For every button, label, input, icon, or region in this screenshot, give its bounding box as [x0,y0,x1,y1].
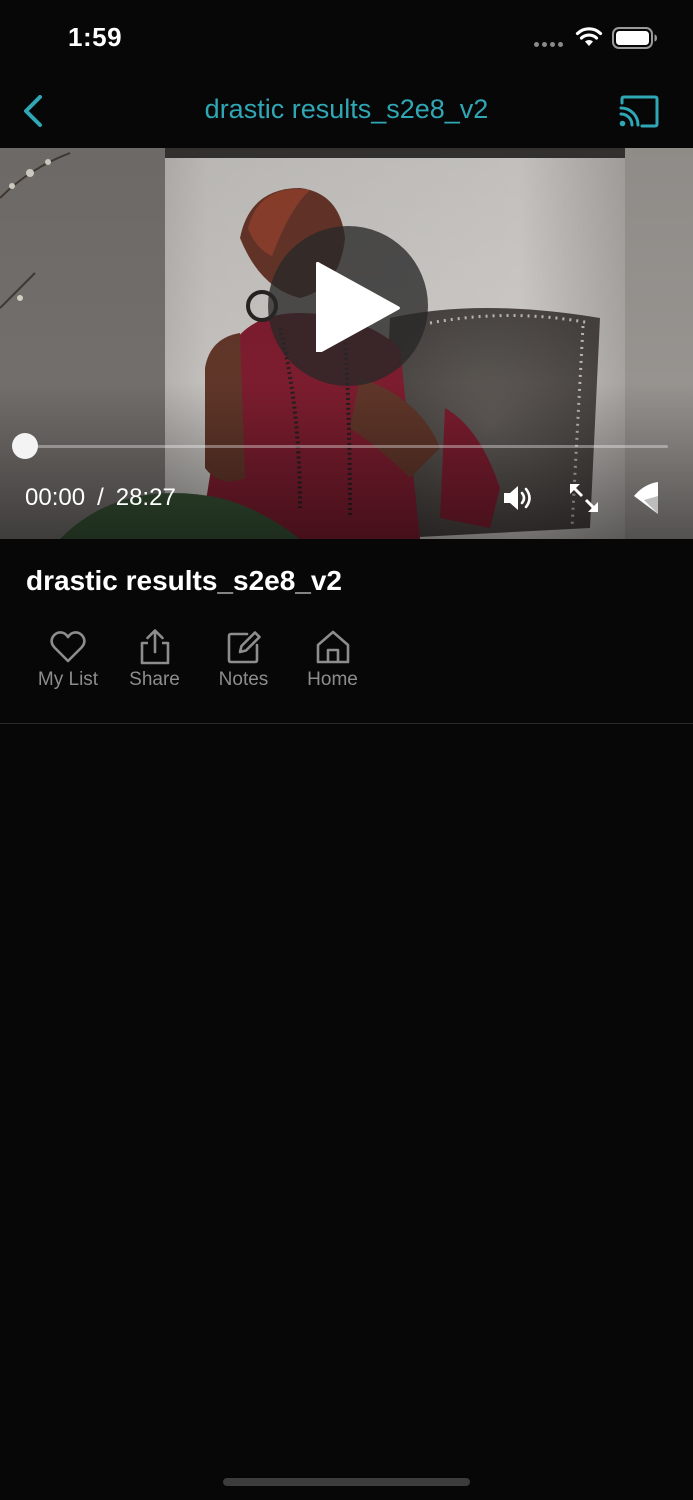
wifi-icon [575,27,603,46]
time-display: 00:00 / 28:27 [25,484,176,512]
battery-icon [612,27,657,49]
progress-knob[interactable] [12,433,38,459]
cast-icon [619,95,659,128]
divider [0,723,693,724]
status-time: 1:59 [68,22,123,52]
heart-icon [50,631,86,663]
share-label: Share [129,669,180,690]
nav-bar: drastic results_s2e8_v2 [0,76,693,148]
home-label: Home [307,669,358,690]
video-player[interactable]: 00:00 / 28:27 [0,148,693,539]
play-icon [316,262,400,352]
action-row: My List Share Notes Home [26,628,377,691]
notes-button[interactable]: Notes [199,628,288,691]
cast-icon[interactable] [630,478,662,518]
share-icon [140,629,169,665]
fullscreen-icon[interactable] [567,481,601,515]
video-title: drastic results_s2e8_v2 [26,565,342,596]
play-button[interactable] [268,226,428,386]
time-separator: / [97,484,104,511]
my-list-label: My List [37,669,99,690]
status-bar: 1:59 [0,0,693,76]
volume-icon[interactable] [502,482,536,514]
cellular-signal-icon [534,42,563,47]
notes-label: Notes [218,669,269,690]
duration: 28:27 [115,484,176,511]
home-button[interactable]: Home [288,628,377,691]
current-time: 00:00 [25,484,86,511]
home-indicator[interactable] [223,1478,470,1486]
share-button[interactable]: Share [110,628,199,691]
home-icon [316,630,349,664]
edit-icon [227,631,261,664]
progress-bar[interactable] [12,433,668,459]
cast-button[interactable] [618,94,660,130]
page-title: drastic results_s2e8_v2 [204,94,489,124]
my-list-button[interactable]: My List [26,628,110,691]
